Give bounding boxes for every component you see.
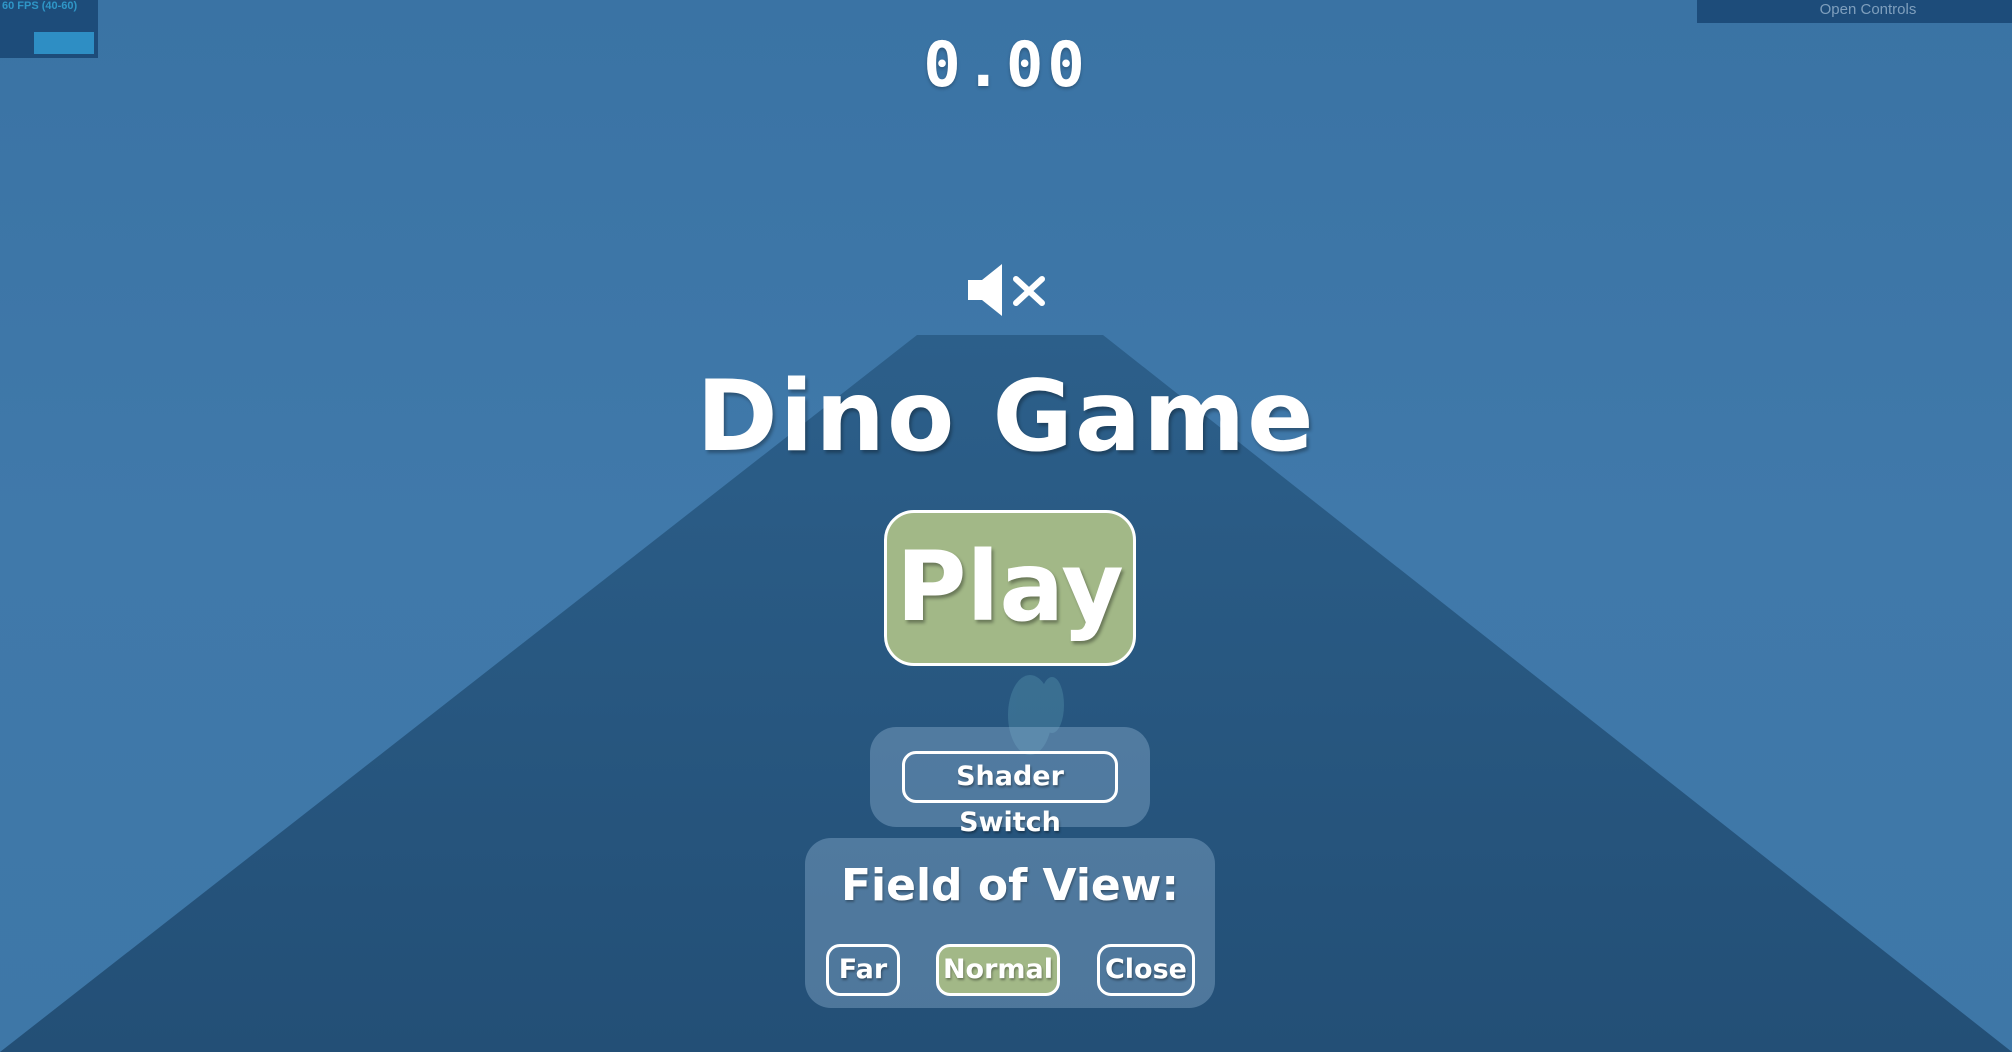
fov-label: Field of View: xyxy=(840,860,1179,911)
game-title: Dino Game xyxy=(696,360,1316,474)
fov-far-button[interactable]: Far xyxy=(826,944,900,996)
fov-normal-button[interactable]: Normal xyxy=(936,944,1060,996)
speaker-muted-icon xyxy=(968,264,1045,316)
mute-button[interactable] xyxy=(966,262,1048,318)
score-display: 0.00 xyxy=(923,28,1089,101)
open-controls-button[interactable]: Open Controls xyxy=(1697,0,2012,23)
play-button[interactable]: Play xyxy=(884,510,1136,666)
shader-switch-button[interactable]: Shader Switch xyxy=(902,751,1118,838)
fps-text: 60 FPS (40-60) xyxy=(2,0,78,12)
fov-close-button[interactable]: Close xyxy=(1097,944,1195,996)
